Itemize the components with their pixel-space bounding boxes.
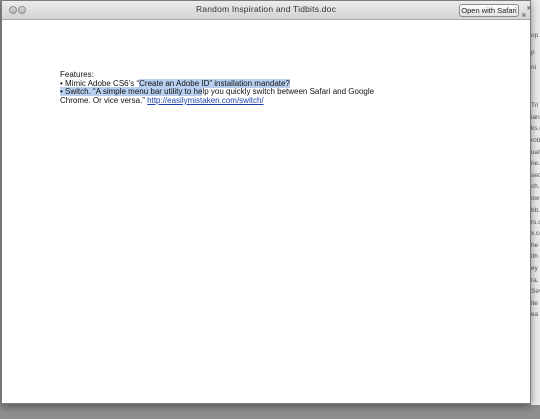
background-text: op. — [531, 32, 540, 39]
background-text: ualy — [531, 149, 540, 156]
background-text: ra. — [531, 277, 539, 284]
background-text: bb. — [531, 207, 540, 214]
background-text: p — [531, 49, 535, 56]
background-text: ni — [531, 64, 537, 71]
background-text: rs.c — [531, 219, 540, 226]
background-text: Tri — [531, 102, 539, 109]
background-window-bottom — [0, 405, 540, 419]
background-text: he — [531, 242, 539, 249]
background-window-right: op. p ni Tri ian. ks.c rob ualy ne. seq … — [531, 0, 540, 419]
feature-item-continuation: Chrome. Or vice versa.” http://easilymis… — [60, 95, 390, 106]
background-text: x.co — [531, 230, 540, 237]
quick-look-window: Random Inspiration and Tidbits.doc Open … — [1, 0, 531, 404]
fullscreen-icon[interactable] — [522, 4, 531, 17]
title-bar[interactable]: Random Inspiration and Tidbits.doc Open … — [2, 1, 531, 20]
background-text: ea — [531, 311, 539, 318]
background-text: ite — [531, 300, 538, 307]
background-text: ow — [531, 195, 540, 202]
background-text: rob — [531, 137, 540, 144]
feature-item-text: Chrome. Or vice versa.” — [60, 95, 148, 105]
background-text: ch. — [531, 183, 540, 190]
background-text: seq — [531, 172, 540, 179]
background-text: ith — [531, 253, 538, 260]
open-with-safari-button[interactable]: Open with Safari — [459, 4, 519, 17]
background-text: ey — [531, 265, 538, 272]
switch-link[interactable]: http://easilymistaken.com/switch/ — [147, 96, 263, 105]
background-text: ne. — [531, 160, 540, 167]
document-content: Features: • Mimic Adobe CS6’s “Create an… — [60, 70, 390, 106]
window-title: Random Inspiration and Tidbits.doc — [195, 4, 337, 14]
background-text: ian. — [531, 114, 540, 121]
background-text: ks.c — [531, 125, 540, 132]
background-text: Sev — [531, 288, 540, 295]
